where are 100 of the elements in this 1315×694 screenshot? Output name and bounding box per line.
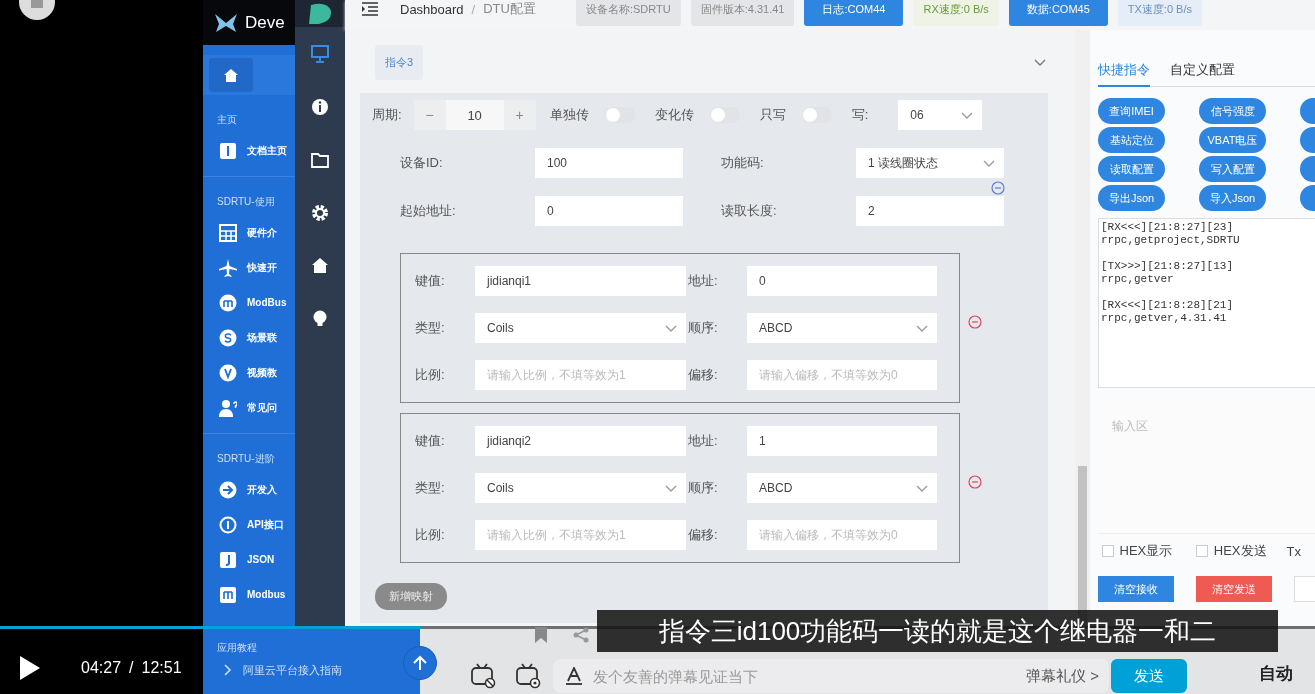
danmaku-input[interactable]: 发个友善的弹幕见证当下 弹幕礼仪 > <box>553 659 1109 693</box>
input-field[interactable]: 请输入比例，不填等效为1 <box>475 519 686 550</box>
document-icon <box>219 550 237 569</box>
monitor-icon[interactable] <box>311 44 329 63</box>
select-field[interactable]: 1 读线圈状态 <box>856 148 1004 178</box>
brand-name: Deve <box>245 12 285 33</box>
input-field[interactable]: 0 <box>747 266 937 297</box>
command-button[interactable]: 读取配置 <box>1098 156 1165 182</box>
logo-icon <box>307 2 333 25</box>
command-button[interactable]: 导出Json <box>1098 185 1165 211</box>
command-button[interactable]: 基站定位 <box>1098 127 1165 153</box>
play-icon[interactable] <box>19 654 41 681</box>
sidebar-item[interactable]: 开发入 <box>203 472 295 507</box>
command-button[interactable]: 写入配置 <box>1199 156 1266 182</box>
sidebar-item[interactable]: 快速开 <box>203 250 295 285</box>
action-button[interactable]: 清空发送 <box>1196 576 1272 602</box>
add-mapping-button[interactable]: 新增映射 <box>375 583 447 610</box>
field-label: 周期: <box>372 106 402 124</box>
lightbulb-icon[interactable] <box>311 309 329 328</box>
sidebar-item[interactable]: API接口 <box>203 507 295 542</box>
input-field[interactable]: 1 <box>747 426 937 457</box>
select-field[interactable]: ABCD <box>747 313 937 343</box>
send-button[interactable]: 发送 <box>1111 659 1187 693</box>
field-label: 起始地址: <box>400 202 457 220</box>
info-icon[interactable] <box>311 97 329 116</box>
input-field[interactable]: 0 <box>535 196 683 226</box>
stepper-value: 10 <box>445 100 504 130</box>
settings-icon[interactable] <box>311 203 329 222</box>
butterfly-logo-icon <box>213 11 239 34</box>
select-field[interactable]: Coils <box>475 313 686 343</box>
circle-icon <box>219 363 237 382</box>
subtitle: 指令三id100功能码一读的就是这个继电器一和二 <box>597 610 1278 652</box>
text-style-icon[interactable] <box>565 667 583 685</box>
checkbox[interactable] <box>1102 545 1114 557</box>
sidebar-item[interactable]: 文档主页 <box>203 133 295 168</box>
checkbox-label: HEX发送 <box>1213 542 1267 560</box>
section-title: 应用教程 <box>216 641 258 655</box>
calculator-icon <box>219 223 237 242</box>
tab[interactable]: 自定义配置 <box>1170 51 1235 87</box>
quality-button[interactable]: 自动 <box>1259 662 1293 685</box>
document-icon <box>219 141 237 160</box>
remove-icon[interactable] <box>968 475 982 489</box>
sidebar-item[interactable]: 常见问 <box>203 390 295 425</box>
select-field[interactable]: 06 <box>898 100 983 130</box>
decrement-button[interactable]: − <box>413 100 446 130</box>
toggle-label: 单独传 <box>549 106 589 124</box>
danmaku-off-icon[interactable] <box>470 663 496 689</box>
sidebar-item[interactable]: 阿里云平台接入指南 <box>203 657 383 683</box>
share-icon[interactable] <box>572 627 590 643</box>
menu-icon[interactable] <box>362 2 378 16</box>
breadcrumb-separator: / <box>471 1 476 17</box>
breadcrumb-link[interactable]: Dashboard <box>400 1 464 17</box>
home-icon[interactable] <box>311 256 329 275</box>
command-button[interactable]: 导入Json <box>1199 185 1266 211</box>
input-field[interactable]: 请输入比例，不填等效为1 <box>475 359 686 390</box>
command-button[interactable]: 查询IMEI <box>1098 98 1165 124</box>
toggle-switch[interactable] <box>709 107 740 123</box>
toggle-switch[interactable] <box>801 107 832 123</box>
back-to-top-button[interactable] <box>403 646 437 680</box>
sidebar-item[interactable]: JSON <box>203 542 295 577</box>
input-field[interactable]: 100 <box>535 148 683 178</box>
log-line: rrpc,getproject,SDRTU <box>1101 234 1241 247</box>
action-button[interactable]: 清空接收 <box>1098 576 1174 602</box>
etiquette-link[interactable]: 弹幕礼仪 > <box>1026 666 1099 686</box>
input-field[interactable]: jidianqi1 <box>475 266 686 297</box>
breadcrumb-link[interactable]: DTU配置 <box>483 0 536 18</box>
sidebar-item[interactable]: ModBus <box>203 285 295 320</box>
status-tag: 设备名称:SDRTU <box>575 0 681 26</box>
remove-icon[interactable] <box>991 181 1005 195</box>
home-icon <box>224 68 238 82</box>
sidebar-item[interactable]: 视频教 <box>203 355 295 390</box>
input-field[interactable]: 请输入偏移，不填等效为0 <box>747 519 937 550</box>
checkbox-label: Tx <box>1286 543 1301 559</box>
remove-icon[interactable] <box>968 315 982 329</box>
sidebar-item[interactable]: 硬件介 <box>203 215 295 250</box>
checkbox[interactable] <box>1196 545 1208 557</box>
field-label: 地址: <box>688 272 719 291</box>
input-field[interactable]: jidianqi2 <box>475 426 686 457</box>
sidebar-item[interactable]: 场景联 <box>203 320 295 355</box>
log-line: rrpc,getver <box>1101 273 1175 286</box>
chevron-right-icon <box>223 664 233 676</box>
command-tag[interactable]: 指令3 <box>375 45 424 80</box>
sidebar-item[interactable]: Modbus <box>203 577 295 612</box>
danmaku-settings-icon[interactable] <box>515 663 541 689</box>
bookmark-icon[interactable] <box>534 627 548 643</box>
select-field[interactable]: ABCD <box>747 473 937 503</box>
select-field[interactable]: Coils <box>475 473 686 503</box>
folder-icon[interactable] <box>311 150 329 169</box>
command-button[interactable]: VBAT电压 <box>1199 127 1266 153</box>
input-field[interactable]: 请输入偏移，不填等效为0 <box>747 359 937 390</box>
home-button[interactable] <box>209 58 253 92</box>
checkbox-label: HEX显示 <box>1119 542 1173 560</box>
status-tag: 数据:COM45 <box>1008 0 1108 26</box>
tab[interactable]: 快捷指令 <box>1098 51 1150 87</box>
input-field[interactable]: 2 <box>856 196 1004 226</box>
command-button[interactable]: 信号强度 <box>1199 98 1266 124</box>
toggle-switch[interactable] <box>604 107 635 123</box>
number-stepper[interactable]: − 10 + <box>413 100 536 130</box>
status-tag: TX速度:0 B/s <box>1117 0 1202 26</box>
increment-button[interactable]: + <box>503 100 536 130</box>
